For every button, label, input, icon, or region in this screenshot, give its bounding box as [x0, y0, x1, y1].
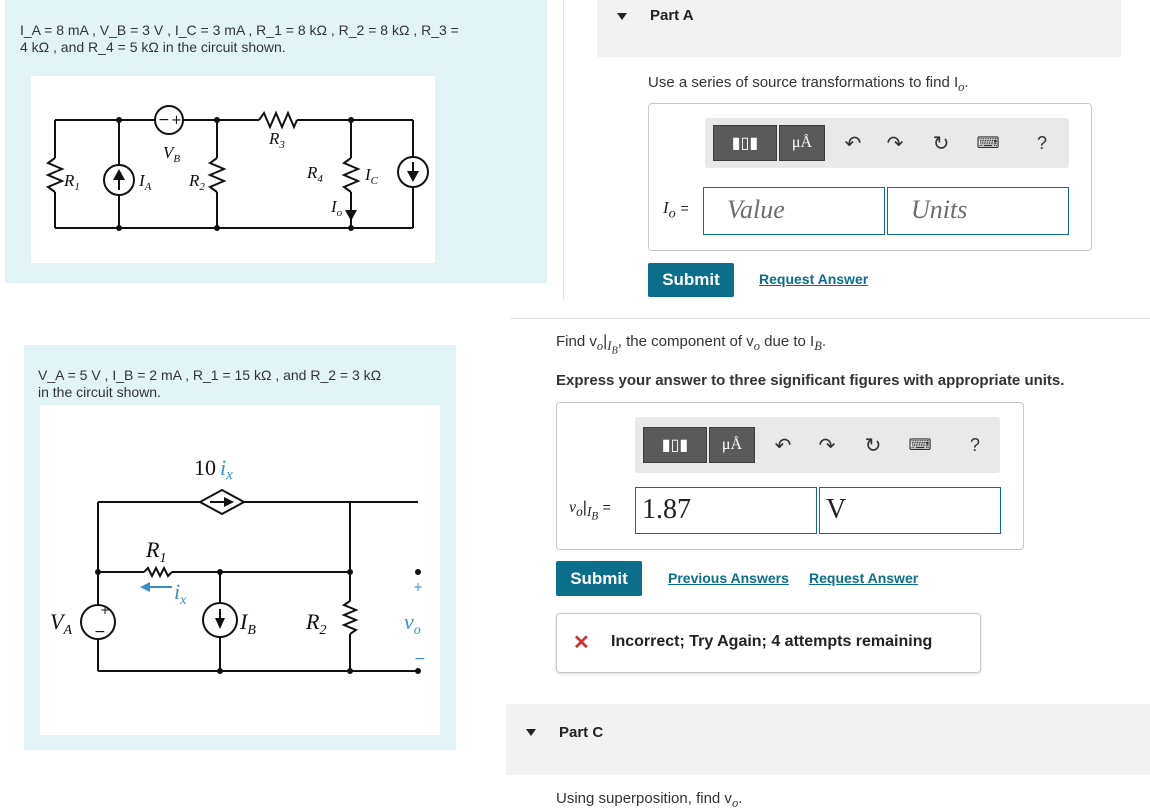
svg-text:−: − [94, 624, 106, 640]
problem2-text: V_A = 5 V , I_B = 2 mA , R_1 = 15 kΩ , a… [38, 367, 453, 401]
part-a-var-label: Io = [663, 198, 689, 222]
circuit2-image: + − + − 10 ix R1 ix VA IB R2 vo [40, 405, 440, 735]
templates-button[interactable]: ▮▯▮ [643, 427, 707, 463]
part-b-toolbar: ▮▯▮ μÅ ↶ ↷ ↻ ⌨ ? [635, 417, 1000, 473]
circuit2-diagram: + − + − 10 ix R1 ix VA IB R2 vo [50, 455, 426, 674]
part-a-title: Part A [650, 7, 694, 24]
part-a-value-input[interactable]: Value [703, 187, 885, 235]
part-a-header[interactable]: Part A [597, 0, 1121, 57]
reset-icon[interactable]: ↻ [861, 433, 885, 457]
svg-text:−: − [158, 112, 170, 128]
template-grid-icon: ▮▯▮ [661, 437, 689, 454]
svg-text:IA: IA [138, 171, 152, 193]
part-a-prompt: Use a series of source transformations t… [648, 74, 969, 94]
template-grid-icon: ▮▯▮ [731, 135, 759, 152]
error-x-icon: ✕ [573, 632, 590, 654]
keyboard-icon[interactable]: ⌨ [905, 434, 935, 456]
svg-text:ix: ix [174, 579, 187, 608]
problem1-line1: I_A = 8 mA , V_B = 3 V , I_C = 3 mA , R_… [20, 22, 459, 38]
svg-text:R4: R4 [306, 163, 323, 185]
part-b-request-answer-link[interactable]: Request Answer [809, 570, 918, 586]
c1-vb-label: VB [163, 143, 180, 165]
units-text: V [826, 494, 847, 525]
svg-text:+: + [413, 580, 423, 594]
svg-text:IC: IC [364, 165, 379, 187]
help-icon[interactable]: ? [963, 433, 987, 457]
svg-text:+: + [171, 113, 182, 128]
svg-text:+: + [100, 603, 110, 617]
part-b-prompt: Find vo|IB, the component of vo due to I… [556, 333, 826, 357]
help-icon[interactable]: ? [1030, 131, 1054, 155]
svg-text:R1: R1 [63, 171, 80, 193]
circuit1-image: − + VB R1 IA R2 R3 R4 IC Io [31, 76, 435, 263]
keyboard-icon[interactable]: ⌨ [973, 132, 1003, 154]
redo-icon[interactable]: ↷ [815, 433, 839, 457]
problem1-line2: 4 kΩ , and R_4 = 5 kΩ in the circuit sho… [20, 39, 286, 55]
units-button[interactable]: μÅ [709, 427, 755, 463]
svg-text:IB: IB [239, 609, 256, 638]
svg-text:R3: R3 [268, 129, 285, 151]
part-a-toolbar: ▮▯▮ μÅ ↶ ↷ ↻ ⌨ ? [705, 118, 1069, 168]
value-text: 1.87 [642, 494, 691, 525]
part-b-answer-box: ▮▯▮ μÅ ↶ ↷ ↻ ⌨ ? vo|IB = 1.87 V [556, 402, 1024, 550]
part-b-var-label: vo|IB = [569, 499, 611, 523]
units-button[interactable]: μÅ [779, 125, 825, 161]
problem1-panel: I_A = 8 mA , V_B = 3 V , I_C = 3 mA , R_… [5, 0, 547, 283]
part-divider [510, 318, 1150, 319]
part-a-request-answer-link[interactable]: Request Answer [759, 271, 868, 287]
column-divider [563, 0, 564, 300]
problem1-text: I_A = 8 mA , V_B = 3 V , I_C = 3 mA , R_… [20, 22, 540, 56]
problem2-panel: V_A = 5 V , I_B = 2 mA , R_1 = 15 kΩ , a… [24, 345, 456, 750]
feedback-text: Incorrect; Try Again; 4 attempts remaini… [611, 633, 933, 650]
undo-icon[interactable]: ↶ [771, 433, 795, 457]
feedback-box: ✕ Incorrect; Try Again; 4 attempts remai… [556, 613, 981, 673]
collapse-triangle-icon[interactable] [617, 13, 627, 20]
svg-text:R1: R1 [145, 537, 166, 566]
undo-icon[interactable]: ↶ [841, 131, 865, 155]
part-c-title: Part C [559, 724, 604, 741]
circuit1-diagram: − + VB R1 IA R2 R3 R4 IC Io [45, 105, 429, 231]
svg-text:vo: vo [404, 609, 421, 638]
part-b-instruction: Express your answer to three significant… [556, 372, 1065, 389]
svg-text:R2: R2 [188, 171, 205, 193]
part-a-answer-box: ▮▯▮ μÅ ↶ ↷ ↻ ⌨ ? Io = Value Units [648, 103, 1092, 251]
reset-icon[interactable]: ↻ [929, 131, 953, 155]
redo-icon[interactable]: ↷ [883, 131, 907, 155]
part-b-value-input[interactable]: 1.87 [635, 487, 817, 534]
part-c-prompt: Using superposition, find vo. [556, 790, 743, 810]
part-c-header[interactable]: Part C [506, 704, 1150, 775]
svg-text:−: − [414, 651, 426, 667]
part-a-units-input[interactable]: Units [887, 187, 1069, 235]
part-b-submit-button[interactable]: Submit [556, 561, 642, 596]
svg-text:R2: R2 [305, 609, 326, 638]
collapse-triangle-icon[interactable] [526, 729, 536, 736]
part-a-submit-button[interactable]: Submit [648, 263, 734, 297]
units-placeholder: Units [911, 195, 968, 224]
c2-dep-label: 10 ix [194, 455, 233, 483]
svg-text:VA: VA [50, 609, 72, 638]
value-placeholder: Value [727, 195, 785, 224]
part-b-units-input[interactable]: V [819, 487, 1001, 534]
problem2-line2: in the circuit shown. [38, 384, 161, 400]
svg-text:Io: Io [330, 197, 343, 219]
problem2-line1: V_A = 5 V , I_B = 2 mA , R_1 = 15 kΩ , a… [38, 367, 382, 383]
previous-answers-link[interactable]: Previous Answers [668, 570, 789, 586]
templates-button[interactable]: ▮▯▮ [713, 125, 777, 161]
